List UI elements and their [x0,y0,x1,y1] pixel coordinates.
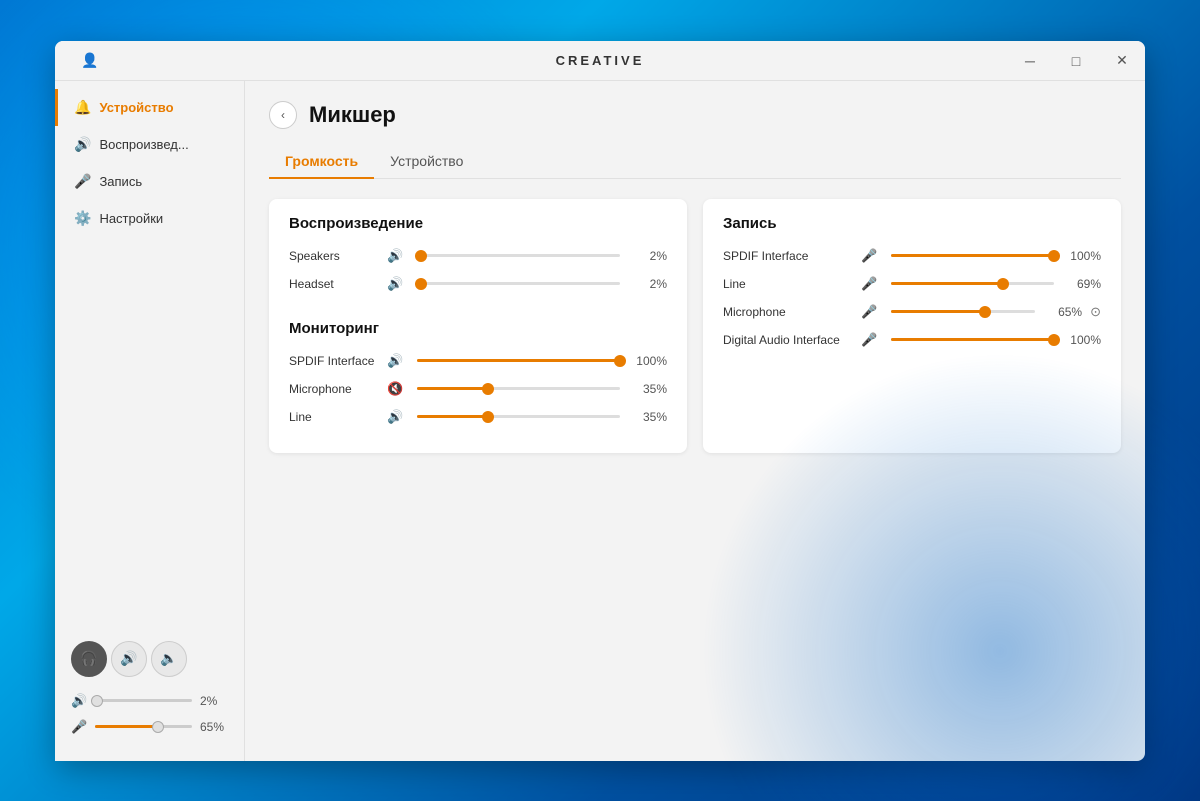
rec-mic-label: Microphone [723,305,853,319]
main-layout: 🔔 Устройство 🔊 Воспроизвед... 🎤 Запись ⚙… [55,81,1145,761]
rec-dai-value: 100% [1066,333,1101,347]
monitoring-mic-label: Microphone [289,382,379,396]
monitoring-spdif-slider[interactable] [417,359,620,362]
monitoring-line-label: Line [289,410,379,424]
monitoring-line-icon: 🔊 [387,409,405,425]
playback-card: Воспроизведение Speakers 🔊 2% Headset 🔊 [269,199,687,453]
rec-spdif-label: SPDIF Interface [723,249,853,263]
maximize-button[interactable]: □ [1053,41,1099,81]
sidebar-item-device[interactable]: 🔔 Устройство [55,89,244,126]
sidebar-item-settings[interactable]: ⚙️ Настройки [55,200,244,237]
tab-device[interactable]: Устройство [374,145,479,179]
app-logo: CREATIVE [556,53,645,68]
titlebar: 👤 CREATIVE ─ □ ✕ [55,41,1145,81]
rec-line-slider[interactable] [891,282,1054,285]
rec-line-label: Line [723,277,853,291]
recording-card: Запись SPDIF Interface 🎤 100% Line 🎤 [703,199,1121,453]
titlebar-controls: ─ □ ✕ [1007,41,1145,81]
mic-volume-icon: 🎤 [71,719,87,735]
rec-spdif-icon: 🎤 [861,248,879,264]
settings-icon: ⚙️ [74,210,91,227]
record-icon: 🎤 [74,173,91,190]
speakers-label: Speakers [289,249,379,263]
monitoring-spdif-icon: 🔊 [387,353,405,369]
rec-line-value: 69% [1066,277,1101,291]
device-icon: 🔔 [74,99,91,116]
sidebar-bottom: 🎧 🔊 🔈 🔊 2% 🎤 [55,625,244,761]
rec-dai-row: Digital Audio Interface 🎤 100% [723,332,1101,348]
output-volume-slider[interactable] [95,699,192,702]
speakers-row: Speakers 🔊 2% [289,248,667,264]
rec-mic-value: 65% [1047,305,1082,319]
speakers-icon: 🔊 [387,248,405,264]
tabs-bar: Громкость Устройство [269,145,1121,179]
rec-mic-row: Microphone 🎤 65% ⊙ [723,304,1101,320]
rec-spdif-value: 100% [1066,249,1101,263]
back-button[interactable]: ‹ [269,101,297,129]
output-volume-row: 🔊 2% [71,693,228,709]
monitoring-line-slider[interactable] [417,415,620,418]
page-header: ‹ Микшер [269,101,1121,129]
monitoring-line-row: Line 🔊 35% [289,409,667,425]
user-icon[interactable]: 👤 [67,41,113,81]
speakers-value: 2% [632,249,667,263]
mic-volume-value: 65% [200,720,228,734]
rec-dai-label: Digital Audio Interface [723,333,853,347]
sidebar-item-playback-label: Воспроизвед... [99,137,188,152]
speaker2-button[interactable]: 🔈 [151,641,187,677]
sidebar-item-record[interactable]: 🎤 Запись [55,163,244,200]
headset-row: Headset 🔊 2% [289,276,667,292]
monitoring-line-value: 35% [632,410,667,424]
monitoring-title: Мониторинг [289,320,667,337]
rec-spdif-slider[interactable] [891,254,1054,257]
monitoring-mic-value: 35% [632,382,667,396]
headset-value: 2% [632,277,667,291]
monitoring-spdif-row: SPDIF Interface 🔊 100% [289,353,667,369]
tab-volume[interactable]: Громкость [269,145,374,179]
recording-title: Запись [723,215,1101,232]
page-title: Микшер [309,102,396,128]
monitoring-mic-row: Microphone 🔇 35% [289,381,667,397]
sidebar-item-device-label: Устройство [99,100,173,115]
content-area: ‹ Микшер Громкость Устройство Воспроизве… [245,81,1145,761]
device-icons-row: 🎧 🔊 🔈 [71,641,228,677]
rec-line-icon: 🎤 [861,276,879,292]
rec-spdif-row: SPDIF Interface 🎤 100% [723,248,1101,264]
mic-volume-row: 🎤 65% [71,719,228,735]
mic-volume-slider[interactable] [95,725,192,728]
mic-extra-icon[interactable]: ⊙ [1090,304,1101,320]
sidebar: 🔔 Устройство 🔊 Воспроизвед... 🎤 Запись ⚙… [55,81,245,761]
output-volume-value: 2% [200,694,228,708]
rec-dai-slider[interactable] [891,338,1054,341]
titlebar-left: 👤 [67,41,113,81]
playback-icon: 🔊 [74,136,91,153]
sidebar-item-settings-label: Настройки [99,211,163,226]
headphones-button[interactable]: 🎧 [71,641,107,677]
cards-grid: Воспроизведение Speakers 🔊 2% Headset 🔊 [269,199,1121,453]
minimize-button[interactable]: ─ [1007,41,1053,81]
close-button[interactable]: ✕ [1099,41,1145,81]
output-volume-icon: 🔊 [71,693,87,709]
headset-slider[interactable] [417,282,620,285]
app-window: 👤 CREATIVE ─ □ ✕ 🔔 Устройство 🔊 Воспроиз… [55,41,1145,761]
rec-dai-icon: 🎤 [861,332,879,348]
rec-line-row: Line 🎤 69% [723,276,1101,292]
headset-label: Headset [289,277,379,291]
monitoring-spdif-label: SPDIF Interface [289,354,379,368]
monitoring-mic-slider[interactable] [417,387,620,390]
speakers-slider[interactable] [417,254,620,257]
headset-icon: 🔊 [387,276,405,292]
playback-title: Воспроизведение [289,215,667,232]
monitoring-mic-icon: 🔇 [387,381,405,397]
speaker-button[interactable]: 🔊 [111,641,147,677]
sidebar-item-playback[interactable]: 🔊 Воспроизвед... [55,126,244,163]
rec-mic-slider[interactable] [891,310,1035,313]
rec-mic-icon: 🎤 [861,304,879,320]
monitoring-spdif-value: 100% [632,354,667,368]
sidebar-item-record-label: Запись [99,174,142,189]
